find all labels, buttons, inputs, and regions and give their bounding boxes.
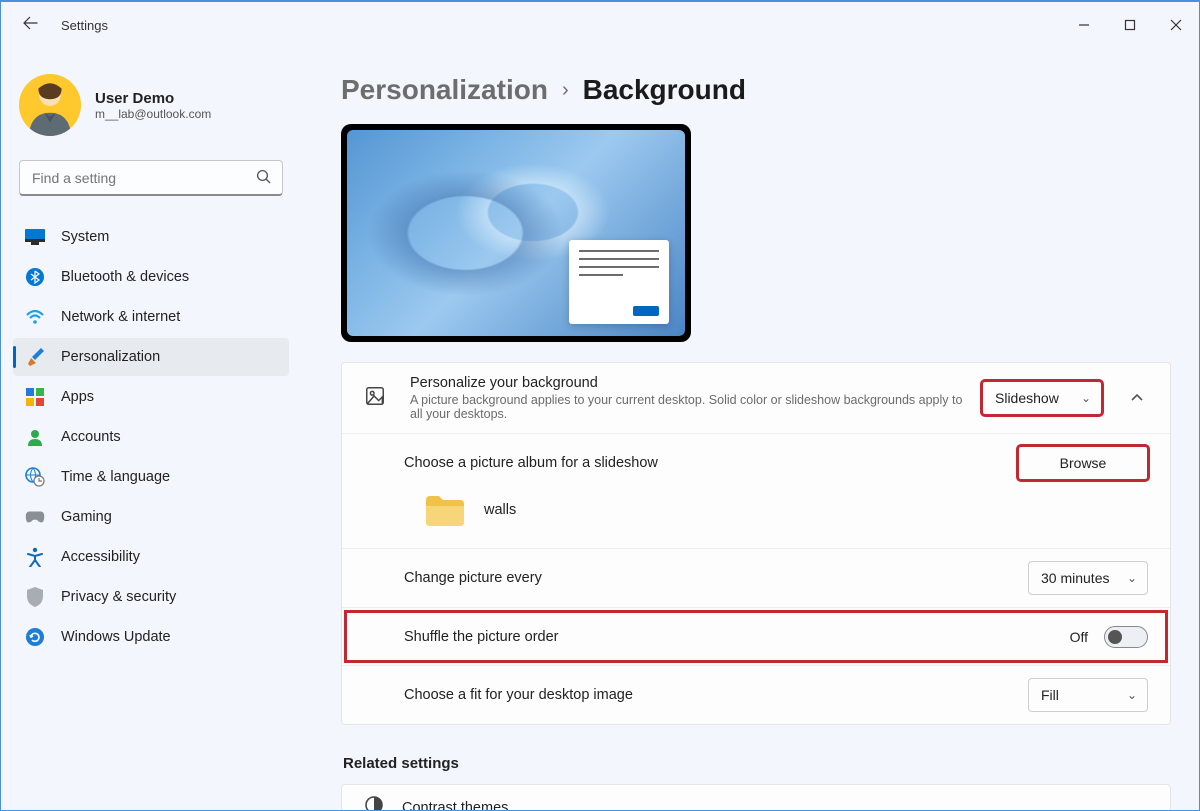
nav-gaming[interactable]: Gaming xyxy=(13,498,289,536)
row-title: Contrast themes xyxy=(402,800,508,811)
dropdown-value: Fill xyxy=(1041,687,1059,703)
chevron-down-icon: ⌄ xyxy=(1127,688,1137,702)
chevron-right-icon: › xyxy=(562,79,569,102)
row-title: Change picture every xyxy=(364,570,1028,586)
collapse-section-button[interactable] xyxy=(1126,387,1148,409)
toggle-state-label: Off xyxy=(1070,629,1088,645)
main-content: Personalization › Background xyxy=(301,48,1199,810)
browse-button[interactable]: Browse xyxy=(1018,446,1148,480)
nav-label: Network & internet xyxy=(61,309,180,325)
picture-icon xyxy=(364,385,392,412)
nav-label: Windows Update xyxy=(61,629,171,645)
contrast-icon xyxy=(364,795,384,810)
globe-clock-icon xyxy=(25,467,45,487)
gamepad-icon xyxy=(25,507,45,527)
background-settings-card: Personalize your background A picture ba… xyxy=(341,362,1171,725)
person-icon xyxy=(25,427,45,447)
nav-accounts[interactable]: Accounts xyxy=(13,418,289,456)
nav-apps[interactable]: Apps xyxy=(13,378,289,416)
apps-icon xyxy=(25,387,45,407)
user-email: m__lab@outlook.com xyxy=(95,107,211,121)
nav-label: Time & language xyxy=(61,469,170,485)
update-icon xyxy=(25,627,45,647)
app-title: Settings xyxy=(61,18,108,33)
settings-window: Settings xyxy=(0,0,1200,811)
row-title: Shuffle the picture order xyxy=(364,629,1070,645)
wifi-icon xyxy=(25,307,45,327)
nav-label: Personalization xyxy=(61,349,160,365)
related-settings-heading: Related settings xyxy=(343,755,1171,772)
nav-accessibility[interactable]: Accessibility xyxy=(13,538,289,576)
interval-dropdown[interactable]: 30 minutes ⌄ xyxy=(1028,561,1148,595)
nav-label: Gaming xyxy=(61,509,112,525)
nav-list: System Bluetooth & devices Network & int… xyxy=(13,218,289,656)
background-type-dropdown[interactable]: Slideshow ⌄ xyxy=(982,381,1102,415)
nav-bluetooth[interactable]: Bluetooth & devices xyxy=(13,258,289,296)
nav-label: Privacy & security xyxy=(61,589,176,605)
folder-name: walls xyxy=(484,502,516,518)
user-name: User Demo xyxy=(95,90,211,107)
chevron-down-icon: ⌄ xyxy=(1081,391,1091,405)
sidebar: User Demo m__lab@outlook.com System xyxy=(1,48,301,810)
window-minimize-button[interactable] xyxy=(1061,9,1107,41)
bluetooth-icon xyxy=(25,267,45,287)
search-box xyxy=(19,160,283,196)
row-title: Choose a fit for your desktop image xyxy=(364,687,1028,703)
nav-label: Accounts xyxy=(61,429,121,445)
nav-personalization[interactable]: Personalization xyxy=(13,338,289,376)
shield-icon xyxy=(25,587,45,607)
nav-label: Bluetooth & devices xyxy=(61,269,189,285)
user-profile[interactable]: User Demo m__lab@outlook.com xyxy=(13,66,289,150)
paintbrush-icon xyxy=(25,347,45,367)
dropdown-value: 30 minutes xyxy=(1041,570,1109,586)
back-button[interactable] xyxy=(21,14,39,37)
window-close-button[interactable] xyxy=(1153,9,1199,41)
fit-row: Choose a fit for your desktop image Fill… xyxy=(342,665,1170,724)
personalize-background-row: Personalize your background A picture ba… xyxy=(342,363,1170,433)
system-icon xyxy=(25,227,45,247)
nav-label: Accessibility xyxy=(61,549,140,565)
nav-system[interactable]: System xyxy=(13,218,289,256)
interval-row: Change picture every 30 minutes ⌄ xyxy=(342,548,1170,607)
row-desc: A picture background applies to your cur… xyxy=(410,393,970,421)
folder-icon xyxy=(424,494,464,526)
nav-windows-update[interactable]: Windows Update xyxy=(13,618,289,656)
nav-time-language[interactable]: Time & language xyxy=(13,458,289,496)
avatar xyxy=(19,74,81,136)
shuffle-toggle[interactable] xyxy=(1104,626,1148,648)
desktop-preview xyxy=(341,124,691,342)
fit-dropdown[interactable]: Fill ⌄ xyxy=(1028,678,1148,712)
album-row: Choose a picture album for a slideshow B… xyxy=(342,433,1170,548)
accessibility-icon xyxy=(25,547,45,567)
search-icon xyxy=(255,168,273,191)
breadcrumb: Personalization › Background xyxy=(341,74,1171,106)
titlebar: Settings xyxy=(1,2,1199,48)
chevron-down-icon: ⌄ xyxy=(1127,571,1137,585)
nav-network[interactable]: Network & internet xyxy=(13,298,289,336)
breadcrumb-parent[interactable]: Personalization xyxy=(341,74,548,106)
contrast-themes-row[interactable]: Contrast themes xyxy=(342,785,1170,810)
row-title: Choose a picture album for a slideshow xyxy=(364,455,1018,471)
nav-label: Apps xyxy=(61,389,94,405)
row-title: Personalize your background xyxy=(410,375,970,391)
nav-privacy[interactable]: Privacy & security xyxy=(13,578,289,616)
shuffle-row: Shuffle the picture order Off xyxy=(342,607,1170,665)
breadcrumb-current: Background xyxy=(583,74,746,106)
window-maximize-button[interactable] xyxy=(1107,9,1153,41)
dropdown-value: Slideshow xyxy=(995,390,1059,406)
search-input[interactable] xyxy=(19,160,283,196)
related-settings-card: Contrast themes xyxy=(341,784,1171,810)
nav-label: System xyxy=(61,229,109,245)
